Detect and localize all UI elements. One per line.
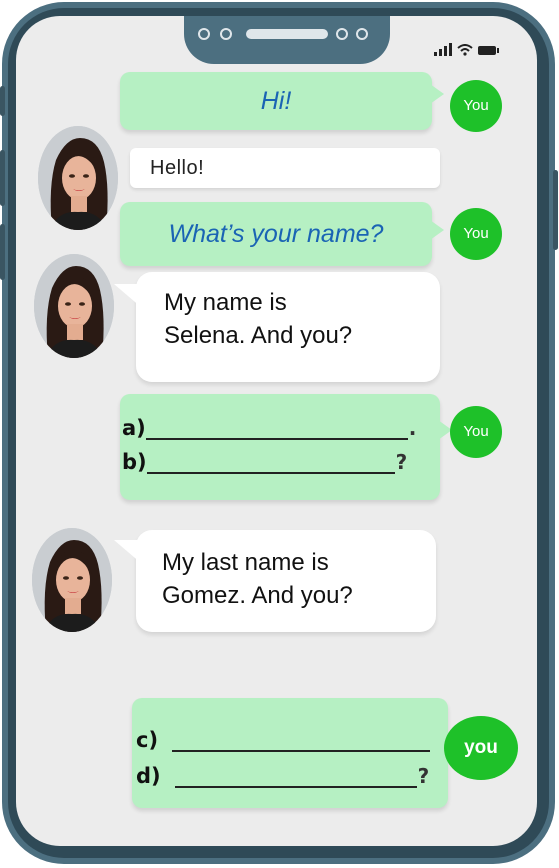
answer-punctuation: .	[408, 416, 417, 440]
signal-icon	[434, 43, 452, 56]
answer-label: c)	[136, 728, 159, 752]
answer-line-d: d) ?	[136, 752, 448, 788]
you-avatar-badge: You	[450, 406, 502, 458]
side-button-left-mid	[0, 150, 5, 206]
side-button-left-low	[0, 224, 5, 280]
wifi-icon	[457, 44, 473, 56]
answer-bubble-you: c) d) ?	[132, 698, 460, 808]
message-line: My name is	[164, 289, 287, 316]
answer-line-a: a) .	[122, 406, 440, 440]
speaker-grille	[246, 29, 328, 39]
message-text: Hi!	[260, 87, 292, 115]
you-avatar-badge: You	[450, 80, 502, 132]
message-text: My name is Selena. And you?	[136, 272, 440, 352]
answer-punctuation: ?	[395, 450, 408, 474]
bubble-tail	[114, 284, 142, 308]
status-bar	[434, 40, 499, 56]
side-button-left-top	[0, 86, 5, 116]
answer-blank[interactable]	[172, 730, 431, 752]
camera-dot-icon	[198, 28, 210, 40]
chat-bubble-selena: Hello!	[130, 148, 440, 188]
answer-punctuation: ?	[417, 764, 430, 788]
selena-avatar	[34, 254, 114, 358]
answer-blank[interactable]	[145, 418, 408, 440]
answer-blank[interactable]	[146, 452, 395, 474]
you-avatar-badge: You	[450, 208, 502, 260]
bubble-tail	[114, 540, 142, 564]
answer-label: b)	[122, 450, 147, 474]
message-line: My last name is	[162, 549, 329, 576]
answer-blank[interactable]	[174, 766, 417, 788]
message-text: What’s your name?	[168, 220, 384, 248]
selena-avatar	[32, 528, 112, 632]
phone-notch	[184, 16, 390, 64]
side-button-right	[553, 170, 558, 250]
camera-dot-icon	[336, 28, 348, 40]
answer-line-c: c)	[136, 716, 448, 752]
answer-label: a)	[122, 416, 146, 440]
answer-line-b: b) ?	[122, 440, 440, 474]
chat-bubble-selena: My last name is Gomez. And you?	[114, 530, 436, 632]
message-line: Gomez. And you?	[162, 582, 353, 609]
bubble-tail	[430, 84, 444, 104]
camera-dot-icon	[356, 28, 368, 40]
message-text: My last name is Gomez. And you?	[136, 530, 436, 612]
selena-avatar	[38, 126, 118, 230]
chat-bubble-you: Hi!	[120, 72, 444, 130]
answer-label: d)	[136, 764, 161, 788]
chat-bubble-you: What’s your name?	[120, 202, 444, 266]
camera-dot-icon	[220, 28, 232, 40]
message-text: Hello!	[150, 157, 205, 179]
phone-screen: Hi! You Hello! What’s your name? You My …	[16, 16, 537, 846]
chat-bubble-selena: My name is Selena. And you?	[114, 272, 440, 382]
message-line: Selena. And you?	[164, 322, 353, 349]
answer-bubble-you: a) . b) ?	[120, 394, 452, 500]
you-avatar-badge: you	[444, 716, 518, 780]
battery-icon	[478, 46, 499, 55]
bubble-tail	[430, 220, 444, 240]
